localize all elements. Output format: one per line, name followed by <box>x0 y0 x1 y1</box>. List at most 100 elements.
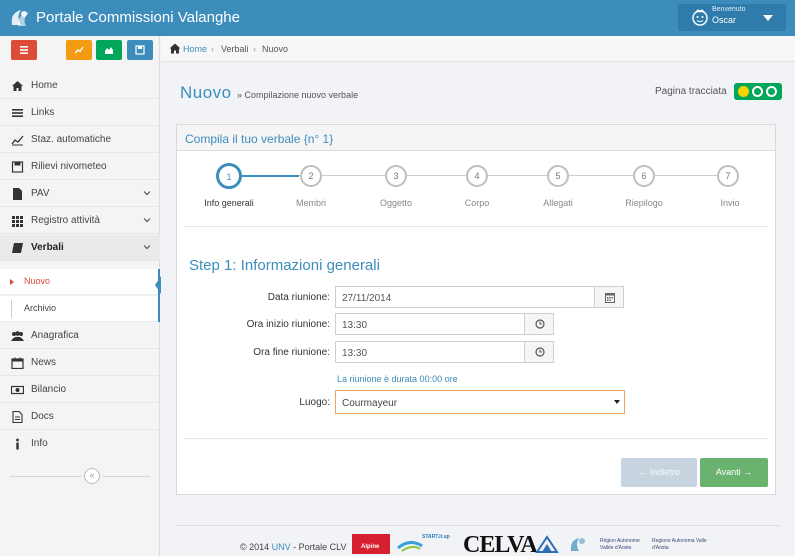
step-5-circle[interactable]: 5 <box>547 165 569 187</box>
sidebar-collapse-button[interactable]: « <box>84 468 100 484</box>
date-picker-button[interactable] <box>594 286 624 308</box>
user-greeting: Benvenuto <box>712 6 746 13</box>
quick-save-button[interactable] <box>127 40 153 60</box>
sidebar-item-home[interactable]: Home <box>0 73 160 99</box>
quick-area-chart-button[interactable] <box>96 40 122 60</box>
breadcrumb-separator: › <box>253 44 256 54</box>
footer-divider <box>176 525 781 526</box>
sidebar-item-verbali[interactable]: Verbali <box>0 235 160 261</box>
step-7-label[interactable]: Invio <box>690 198 770 208</box>
sidebar-item-links[interactable]: Links <box>0 100 160 126</box>
sidebar-item-label: Verbali <box>31 242 64 253</box>
edit-icon <box>12 243 23 253</box>
celva-logo[interactable]: CELVA <box>463 532 538 556</box>
sidebar-item-bilancio[interactable]: Bilancio <box>0 377 160 403</box>
back-button[interactable]: ← Indietro <box>621 458 697 487</box>
sidebar-item-label: Links <box>31 107 55 118</box>
status-dot <box>766 86 777 97</box>
step-4-circle[interactable]: 4 <box>466 165 488 187</box>
app-logo-icon[interactable] <box>8 5 34 31</box>
alpine-logo[interactable]: Alpine <box>352 534 390 554</box>
step-6-circle[interactable]: 6 <box>633 165 655 187</box>
sidebar-item-pav[interactable]: PAV <box>0 181 160 207</box>
ora-inizio-input[interactable]: 13:30 <box>335 313 525 335</box>
sidebar-subitem-label: Archivio <box>24 303 57 313</box>
home-icon[interactable] <box>169 43 181 54</box>
sidebar-item-registro-attivita[interactable]: Registro attività <box>0 208 160 234</box>
area-chart-icon <box>105 47 113 54</box>
sidebar-item-news[interactable]: News <box>0 350 160 376</box>
submenu-border <box>158 269 160 322</box>
copyright-prefix: © 2014 <box>240 542 272 552</box>
breadcrumb: Home › Verbali › Nuovo <box>161 36 795 62</box>
quick-menu-button[interactable] <box>11 40 37 60</box>
chevron-down-icon <box>143 191 151 196</box>
step-4-label[interactable]: Corpo <box>437 198 517 208</box>
ora-inizio-label: Ora inizio riunione: <box>246 319 330 330</box>
tracking-status-badge[interactable] <box>734 83 782 100</box>
page-subtitle: » Compilazione nuovo verbale <box>237 90 359 100</box>
menu-icon <box>20 46 28 54</box>
step-3-circle[interactable]: 3 <box>385 165 407 187</box>
calendar-icon <box>605 293 615 303</box>
step-2-circle[interactable]: 2 <box>300 165 322 187</box>
step-1-circle[interactable]: 1 <box>216 163 242 189</box>
sidebar-item-label: News <box>31 357 57 368</box>
sidebar-item-label: Anagrafica <box>31 330 79 341</box>
start-it-up-logo[interactable]: START.it.up <box>396 534 450 554</box>
divider <box>184 438 768 439</box>
unv-link[interactable]: UNV <box>272 542 291 552</box>
save-icon <box>135 45 145 55</box>
sidebar-item-staz-automatiche[interactable]: Staz. automatiche <box>0 127 160 153</box>
user-name[interactable]: Oscar <box>712 15 736 25</box>
time-picker-button[interactable] <box>524 313 554 335</box>
step-5-label[interactable]: Allegati <box>518 198 598 208</box>
users-icon <box>11 331 24 341</box>
step-2-label[interactable]: Membri <box>271 198 351 208</box>
commissioni-logo-icon[interactable] <box>568 534 590 554</box>
tracked-label: Pagina tracciata <box>655 86 727 97</box>
data-riunione-input[interactable]: 27/11/2014 <box>335 286 595 308</box>
mountain-logo-icon[interactable] <box>535 534 559 554</box>
ora-fine-input[interactable]: 13:30 <box>335 341 525 363</box>
quick-chart-button[interactable] <box>66 40 92 60</box>
sidebar-item-label: Staz. automatiche <box>31 134 112 145</box>
sidebar-item-info[interactable]: Info <box>0 431 160 457</box>
luogo-select[interactable]: Courmayeur <box>335 390 625 414</box>
sidebar-item-label: Info <box>31 438 48 449</box>
divider <box>184 226 768 227</box>
region-logo-2[interactable]: Regione Autonoma Valle d'Aosta <box>652 538 712 556</box>
chevron-down-icon <box>143 218 151 223</box>
step-3-label[interactable]: Oggetto <box>356 198 436 208</box>
app-title[interactable]: Portale Commissioni Valanghe <box>36 9 240 26</box>
sidebar-subitem-nuovo[interactable]: Nuovo <box>0 269 161 295</box>
status-dot <box>752 86 763 97</box>
sidebar-item-label: Docs <box>31 411 54 422</box>
duration-info: La riunione è durata 00:00 ore <box>337 374 458 384</box>
step-1-label[interactable]: Info generali <box>189 198 269 208</box>
sidebar-item-rilievi-nivometeo[interactable]: Rilievi nivometeo <box>0 154 160 180</box>
top-bar: Portale Commissioni Valanghe Benvenuto O… <box>0 0 795 36</box>
sidebar-item-docs[interactable]: Docs <box>0 404 160 430</box>
time-picker-button[interactable] <box>524 341 554 363</box>
step-6-label[interactable]: Riepilogo <box>604 198 684 208</box>
user-avatar-icon[interactable] <box>690 7 710 27</box>
breadcrumb-home-link[interactable]: Home <box>183 44 207 54</box>
sidebar-subitem-archivio[interactable]: Archivio <box>0 296 160 322</box>
sidebar-item-anagrafica[interactable]: Anagrafica <box>0 323 160 349</box>
sidebar-item-label: Registro attività <box>31 215 100 226</box>
form-title: Compila il tuo verbale {n° 1} <box>185 132 334 146</box>
info-icon <box>16 438 19 450</box>
quick-menu-divider <box>37 40 66 60</box>
next-button[interactable]: Avanti → <box>700 458 768 487</box>
breadcrumb-verbali-link[interactable]: Verbali <box>221 44 249 54</box>
file-icon <box>13 188 22 200</box>
clock-icon <box>535 319 545 329</box>
region-logo-1[interactable]: Région Autonome Vallée d'Aoste <box>600 538 650 556</box>
step-7-circle[interactable]: 7 <box>717 165 739 187</box>
sidebar-item-label: PAV <box>31 188 50 199</box>
divider <box>10 476 82 477</box>
caret-down-icon[interactable] <box>763 15 773 21</box>
bars-icon <box>12 109 23 117</box>
tree-line <box>11 300 12 318</box>
